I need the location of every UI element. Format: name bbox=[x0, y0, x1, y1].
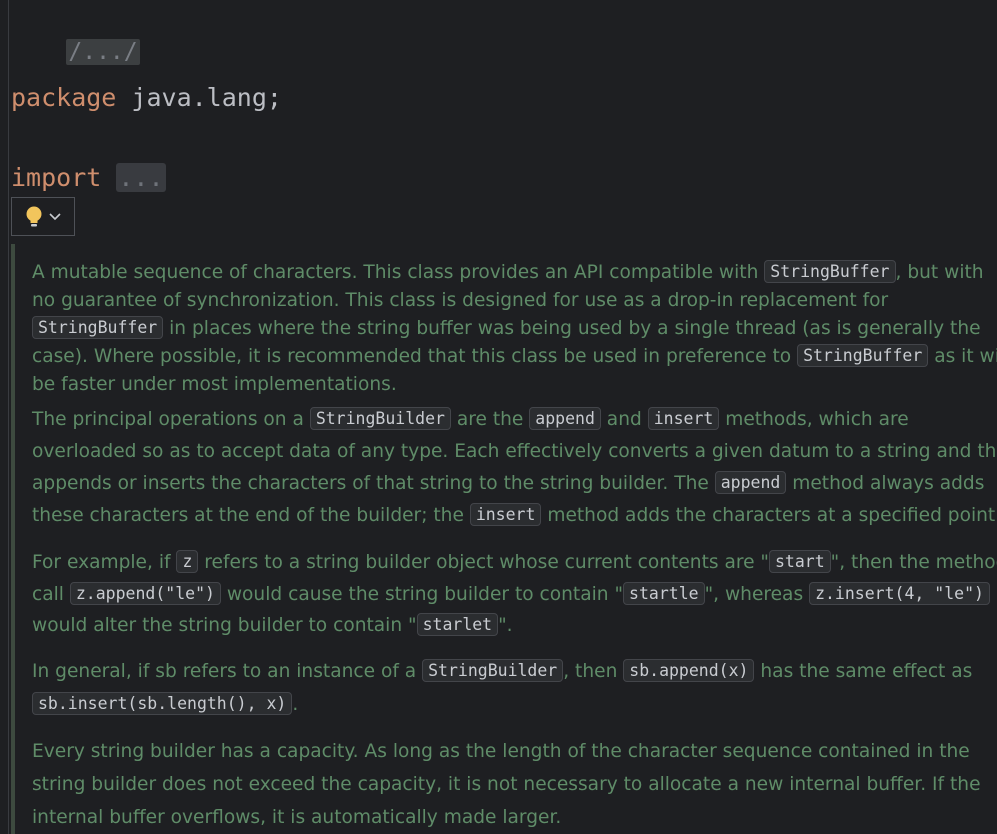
doc-text: , then bbox=[563, 661, 624, 682]
doc-text: refers to a string builder object whose … bbox=[198, 552, 769, 573]
doc-text: internal buffer overflows, it is automat… bbox=[32, 807, 562, 828]
doc-text: are the bbox=[450, 409, 530, 430]
inline-code: StringBuffer bbox=[32, 316, 164, 339]
inline-code: insert bbox=[647, 407, 720, 430]
folded-header-comment[interactable]: /.../ bbox=[66, 39, 140, 65]
doc-text: overloaded so as to accept data of any t… bbox=[32, 441, 997, 462]
folded-imports[interactable]: ... bbox=[116, 163, 166, 192]
doc-text: For example, if bbox=[32, 552, 177, 573]
doc-text: A mutable sequence of characters. This c… bbox=[32, 262, 765, 283]
chevron-down-icon bbox=[49, 212, 61, 221]
package-name: java.lang; bbox=[116, 83, 282, 112]
doc-text: method always adds bbox=[786, 473, 985, 494]
doc-paragraph-4: In general, if sb refers to an instance … bbox=[32, 655, 997, 721]
inline-code: z.insert(4, "le") bbox=[809, 581, 990, 605]
doc-text: Every string builder has a capacity. As … bbox=[32, 741, 970, 762]
doc-paragraph-3: For example, if z refers to a string bui… bbox=[32, 547, 997, 642]
doc-text: would cause the string builder to contai… bbox=[220, 583, 624, 605]
doc-text: case). Where possible, it is recommended… bbox=[32, 346, 798, 367]
code-editor[interactable]: /.../ package java.lang; import ... A mu… bbox=[0, 0, 997, 834]
doc-text: ", whereas bbox=[704, 583, 810, 605]
doc-text: The principal operations on a bbox=[32, 409, 310, 430]
inline-code: StringBuilder bbox=[309, 407, 451, 430]
doc-text: ", then the method bbox=[830, 552, 997, 573]
package-keyword: package bbox=[11, 83, 117, 112]
inline-code: starlet bbox=[416, 613, 499, 636]
inline-code: startle bbox=[623, 581, 705, 605]
doc-text: string builder does not exceed the capac… bbox=[32, 774, 981, 795]
doc-paragraph-2: The principal operations on a StringBuil… bbox=[32, 404, 997, 532]
inline-code: sb.insert(sb.length(), x) bbox=[32, 692, 293, 715]
intention-actions-button[interactable] bbox=[11, 197, 75, 236]
doc-text: in places where the string buffer was be… bbox=[163, 318, 981, 339]
inline-code: append bbox=[529, 407, 601, 430]
inline-code: StringBuffer bbox=[764, 260, 896, 283]
doc-text: has the same effect as bbox=[754, 661, 973, 682]
import-keyword: import bbox=[11, 163, 102, 192]
doc-paragraph-1: A mutable sequence of characters. This c… bbox=[32, 259, 997, 399]
inline-code: z bbox=[176, 550, 199, 573]
doc-text: , but with bbox=[895, 262, 984, 283]
doc-text: . bbox=[292, 694, 299, 715]
inline-code: append bbox=[714, 471, 787, 494]
inline-code: start bbox=[769, 550, 831, 573]
inline-code: z.append("le") bbox=[69, 581, 221, 605]
doc-text: these characters at the end of the build… bbox=[32, 505, 470, 526]
code-line-import: import ... bbox=[11, 161, 166, 195]
doc-text: no guarantee of synchronization. This cl… bbox=[32, 290, 889, 311]
doc-text: be faster under most implementations. bbox=[32, 374, 397, 395]
fold-gutter-line bbox=[8, 0, 9, 834]
lightbulb-icon bbox=[25, 205, 43, 229]
doc-text: In general, if sb refers to an instance … bbox=[32, 661, 423, 682]
doc-text: and bbox=[600, 409, 648, 430]
doc-text: call bbox=[32, 583, 70, 605]
doc-text: appends or inserts the characters of tha… bbox=[32, 473, 715, 494]
doc-text: would alter the string builder to contai… bbox=[32, 615, 417, 636]
inline-code: StringBuilder bbox=[422, 659, 564, 682]
doc-text: ". bbox=[498, 615, 513, 636]
inline-code: insert bbox=[469, 503, 542, 526]
doc-text: methods, which are bbox=[719, 409, 909, 430]
doc-paragraph-5: Every string builder has a capacity. As … bbox=[32, 735, 997, 834]
inline-code: sb.append(x) bbox=[623, 659, 755, 682]
doc-text: method adds the characters at a specifie… bbox=[541, 505, 997, 526]
rendered-javadoc: A mutable sequence of characters. This c… bbox=[11, 244, 997, 834]
doc-text: as it will bbox=[934, 346, 997, 367]
code-line-package: package java.lang; bbox=[11, 81, 282, 115]
inline-code: StringBuffer bbox=[797, 344, 929, 367]
